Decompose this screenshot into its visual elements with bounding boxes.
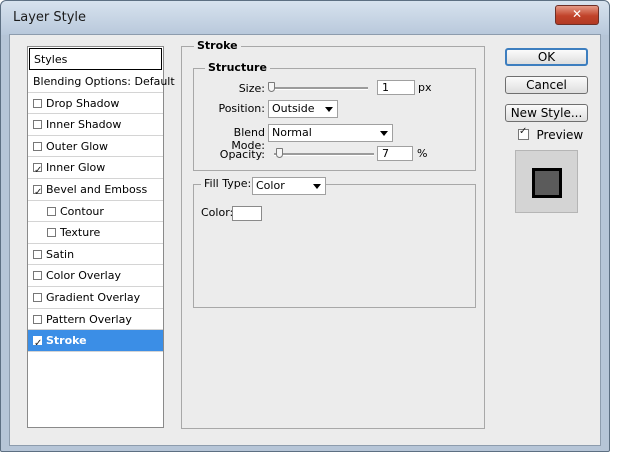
opacity-input[interactable]: 7 [377, 146, 413, 161]
style-item-label: Pattern Overlay [46, 312, 132, 326]
new-style-button[interactable]: New Style... [505, 104, 588, 122]
window-title: Layer Style [13, 10, 87, 25]
color-swatch[interactable] [232, 206, 262, 221]
chevron-down-icon [380, 131, 388, 136]
style-item-label: Gradient Overlay [46, 290, 141, 304]
cancel-button[interactable]: Cancel [505, 76, 588, 94]
style-item[interactable]: Stroke [28, 330, 163, 355]
blend-mode-dropdown[interactable]: Normal [268, 124, 393, 142]
style-checkbox[interactable] [47, 228, 56, 238]
style-checkbox[interactable] [33, 314, 42, 324]
opacity-label: Opacity: [219, 148, 265, 161]
stroke-section-title: Stroke [194, 39, 241, 52]
style-checkbox[interactable] [33, 249, 42, 259]
style-item[interactable]: Texture [28, 222, 163, 244]
style-item[interactable]: Color Overlay [28, 265, 163, 287]
style-item-label: Contour [60, 204, 104, 218]
style-item-label: Stroke [46, 334, 87, 348]
style-checkbox[interactable] [33, 271, 42, 281]
size-unit: px [418, 81, 432, 94]
fill-group [193, 184, 476, 308]
preview-checkbox-row[interactable]: Preview [518, 126, 584, 142]
size-slider-track[interactable] [268, 87, 368, 90]
opacity-slider-thumb[interactable] [276, 148, 283, 158]
fill-type-label: Fill Type: [201, 177, 255, 190]
style-checkbox[interactable] [33, 160, 42, 182]
style-checkbox[interactable] [47, 206, 56, 216]
style-item-label: Color Overlay [46, 269, 121, 283]
style-item[interactable]: Blending Options: Default [28, 71, 175, 93]
style-checkbox[interactable] [33, 141, 42, 151]
position-label: Position: [218, 102, 265, 115]
blend-mode-value: Normal [272, 126, 312, 139]
chevron-down-icon [313, 184, 321, 189]
fill-type-value: Color [256, 179, 285, 192]
style-item[interactable]: Drop Shadow [28, 93, 163, 115]
style-checkbox[interactable] [33, 333, 42, 355]
opacity-unit: % [417, 147, 428, 160]
style-item-label: Inner Shadow [46, 118, 122, 132]
close-button[interactable]: ✕ [555, 5, 599, 25]
style-item[interactable]: Contour [28, 201, 163, 223]
preview-checkbox[interactable] [518, 126, 529, 140]
layer-style-dialog: Layer Style ✕ Styles Blending Options: D… [0, 0, 610, 452]
styles-header[interactable]: Styles [29, 48, 162, 70]
preview-label: Preview [536, 128, 584, 142]
style-item[interactable]: Pattern Overlay [28, 309, 163, 331]
style-item-label: Drop Shadow [46, 96, 120, 110]
opacity-slider-track[interactable] [274, 153, 374, 156]
style-item-label: Satin [46, 247, 75, 261]
structure-title: Structure [205, 61, 270, 74]
size-label: Size: [238, 82, 265, 95]
styles-list: Styles Blending Options: Default Drop Sha… [27, 46, 175, 428]
style-item[interactable]: Inner Glow [28, 157, 163, 182]
style-item[interactable]: Bevel and Emboss [28, 179, 163, 204]
style-checkbox[interactable] [33, 182, 42, 204]
style-item-label: Texture [60, 226, 101, 240]
size-input[interactable]: 1 [377, 80, 415, 95]
ok-button[interactable]: OK [505, 48, 588, 66]
close-icon: ✕ [571, 7, 583, 21]
position-value: Outside [272, 102, 315, 115]
style-checkbox[interactable] [33, 120, 42, 130]
style-checkbox[interactable] [33, 98, 42, 108]
preview-thumbnail [515, 150, 578, 213]
style-item[interactable]: Satin [28, 244, 163, 266]
style-item[interactable]: Inner Shadow [28, 114, 163, 136]
style-item-label: Outer Glow [46, 139, 109, 153]
style-item[interactable]: Outer Glow [28, 136, 163, 158]
style-item[interactable]: Gradient Overlay [28, 287, 163, 309]
title-bar[interactable]: Layer Style ✕ [1, 1, 609, 35]
size-slider-thumb[interactable] [268, 82, 275, 92]
preview-square [532, 168, 562, 198]
chevron-down-icon [325, 107, 333, 112]
fill-type-dropdown[interactable]: Color [252, 177, 326, 195]
position-dropdown[interactable]: Outside [268, 100, 338, 118]
style-checkbox[interactable] [33, 292, 42, 302]
dialog-body: Styles Blending Options: Default Drop Sha… [9, 34, 601, 446]
color-label: Color: [201, 206, 234, 219]
style-item-label: Blending Options: Default [33, 75, 175, 88]
style-item-label: Bevel and Emboss [46, 182, 148, 196]
style-item-label: Inner Glow [46, 161, 106, 175]
